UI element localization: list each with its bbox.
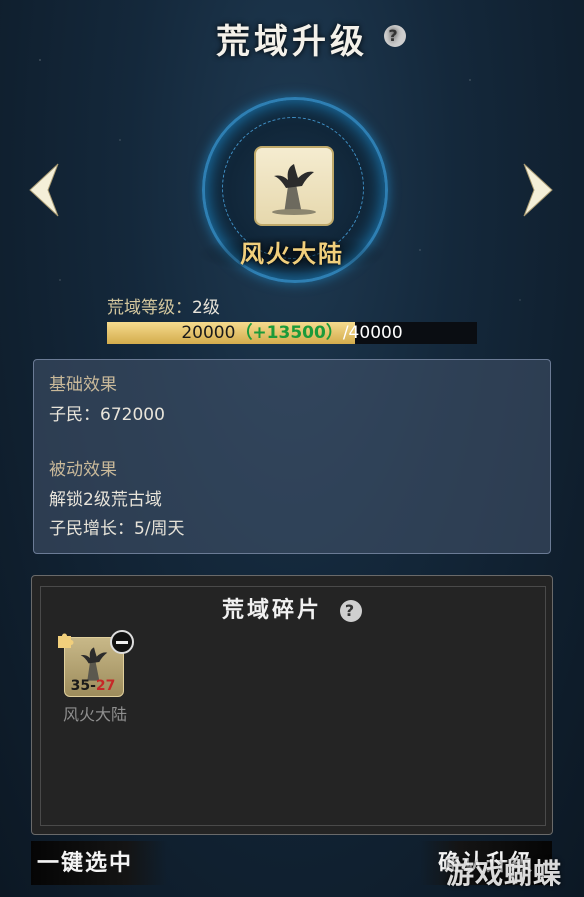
exp-max: /40000 bbox=[342, 323, 403, 343]
basic-effects-title: 基础效果 bbox=[49, 375, 117, 395]
mountain-tree-icon bbox=[80, 647, 108, 681]
exp-current: 20000 bbox=[181, 323, 236, 343]
passive-effect-line: 子民增长：5/周天 bbox=[49, 519, 185, 539]
watermark-logo: 游戏蝴蝶 bbox=[446, 857, 563, 890]
fragment-name: 风火大陆 bbox=[62, 705, 127, 724]
remove-fragment-button[interactable] bbox=[110, 630, 134, 654]
help-icon[interactable]: ? bbox=[340, 600, 362, 622]
page-title: 荒域升级 ? bbox=[0, 14, 584, 63]
puzzle-piece-icon bbox=[58, 633, 74, 648]
experience-bar: 20000（+13500）/40000 bbox=[107, 322, 477, 344]
effects-panel: 基础效果 子民：672000 被动效果 解锁2级荒古域 子民增长：5/周天 bbox=[33, 359, 551, 554]
fragment-count-left: 35 bbox=[70, 678, 91, 694]
passive-effect-line: 解锁2级荒古域 bbox=[49, 490, 162, 510]
passive-effects-title: 被动效果 bbox=[49, 460, 117, 480]
arrow-right-icon[interactable] bbox=[518, 160, 558, 220]
page-title-text: 荒域升级 bbox=[216, 22, 368, 62]
fragments-title-text: 荒域碎片 bbox=[221, 597, 322, 623]
fragment-count-right: 27 bbox=[95, 678, 116, 694]
fragment-count: 35-27 bbox=[64, 678, 122, 694]
domain-name: 风火大陆 bbox=[196, 234, 388, 274]
experience-bar-text: 20000（+13500）/40000 bbox=[107, 322, 477, 344]
mountain-tree-icon bbox=[272, 164, 316, 215]
domain-icon[interactable] bbox=[254, 146, 334, 226]
select-all-button[interactable]: 一键选中 bbox=[31, 841, 167, 885]
exp-bonus: （+13500） bbox=[235, 323, 343, 343]
domain-level-value: 2级 bbox=[192, 298, 220, 318]
fragments-title: 荒域碎片? bbox=[32, 592, 552, 624]
help-icon[interactable]: ? bbox=[384, 25, 406, 47]
basic-effect-line: 子民：672000 bbox=[49, 405, 165, 425]
arrow-left-icon[interactable] bbox=[24, 160, 64, 220]
domain-level-label: 荒域等级： bbox=[107, 298, 192, 318]
domain-level: 荒域等级：2级 bbox=[107, 293, 220, 318]
